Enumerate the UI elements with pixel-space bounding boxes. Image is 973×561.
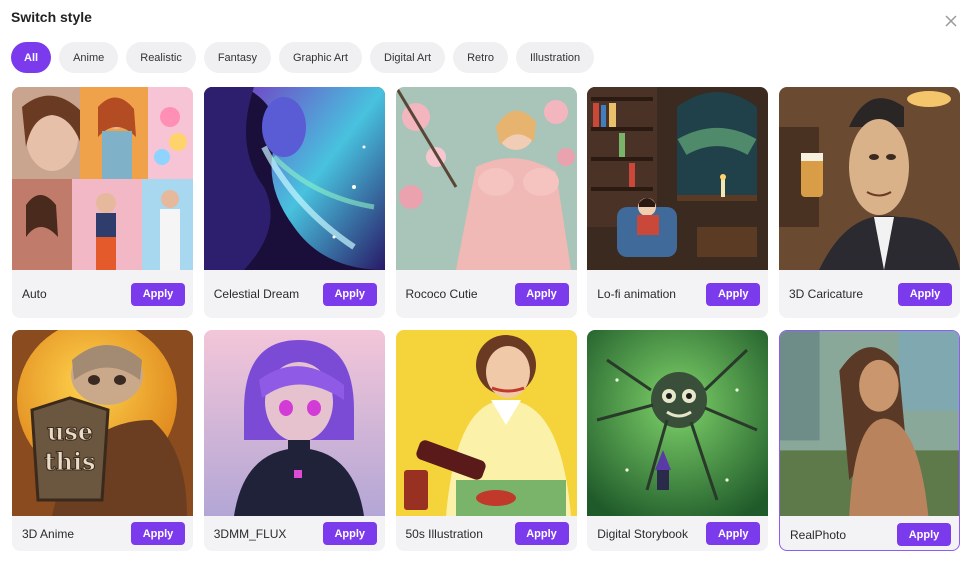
apply-button[interactable]: Apply xyxy=(514,522,569,545)
style-grid-row-2: use this 3D Anime Apply 3DMM_FLUX Apply … xyxy=(12,330,960,551)
style-thumbnail xyxy=(12,87,193,270)
style-card-celestial-dream[interactable]: Celestial Dream Apply xyxy=(203,87,385,318)
sign-text-top: use xyxy=(47,417,93,446)
apply-button[interactable]: Apply xyxy=(706,522,761,545)
style-card-digital-storybook[interactable]: Digital Storybook Apply xyxy=(587,330,769,551)
style-card-3d-anime[interactable]: use this 3D Anime Apply xyxy=(12,330,193,551)
tab-illustration[interactable]: Illustration xyxy=(515,42,595,73)
tab-retro[interactable]: Retro xyxy=(453,42,508,73)
style-card-auto[interactable]: Auto Apply xyxy=(12,87,193,318)
style-thumbnail xyxy=(587,87,769,270)
style-thumbnail xyxy=(587,330,769,516)
tab-all[interactable]: All xyxy=(11,42,52,73)
style-thumbnail xyxy=(203,330,385,516)
style-thumbnail xyxy=(779,87,960,270)
style-card-lo-fi-animation[interactable]: Lo-fi animation Apply xyxy=(587,87,769,318)
style-card-3d-caricature[interactable]: 3D Caricature Apply xyxy=(779,87,960,318)
tab-anime[interactable]: Anime xyxy=(59,42,119,73)
tab-graphic-art[interactable]: Graphic Art xyxy=(278,42,362,73)
apply-button[interactable]: Apply xyxy=(131,282,185,306)
style-card-realphoto[interactable]: RealPhoto Apply xyxy=(779,330,960,551)
apply-button[interactable]: Apply xyxy=(514,282,569,306)
style-thumbnail xyxy=(395,330,577,516)
style-card-rococo-cutie[interactable]: Rococo Cutie Apply xyxy=(395,87,577,318)
style-thumbnail xyxy=(780,331,959,516)
close-icon[interactable] xyxy=(941,11,961,31)
apply-button[interactable]: Apply xyxy=(706,282,761,306)
style-name: Rococo Cutie xyxy=(405,287,478,301)
style-name: Auto xyxy=(22,287,47,301)
style-name: Lo-fi animation xyxy=(597,287,676,301)
dialog-title: Switch style xyxy=(11,9,92,25)
style-thumbnail xyxy=(395,87,577,270)
style-name: 3D Anime xyxy=(22,526,75,541)
tab-realistic[interactable]: Realistic xyxy=(126,42,196,73)
style-category-tabs: All Anime Realistic Fantasy Graphic Art … xyxy=(11,42,595,73)
apply-button[interactable]: Apply xyxy=(897,523,951,546)
style-name: Digital Storybook xyxy=(597,526,688,541)
apply-button[interactable]: Apply xyxy=(898,282,952,306)
style-grid: Auto Apply Celestial Dream Apply Rococo … xyxy=(12,87,960,318)
tab-digital-art[interactable]: Digital Art xyxy=(370,42,446,73)
apply-button[interactable]: Apply xyxy=(322,522,377,545)
style-name: RealPhoto xyxy=(790,527,847,542)
style-card-3dmm-flux[interactable]: 3DMM_FLUX Apply xyxy=(203,330,385,551)
style-card-50s-illustration[interactable]: 50s Illustration Apply xyxy=(395,330,577,551)
style-thumbnail: use this xyxy=(12,330,193,516)
tab-fantasy[interactable]: Fantasy xyxy=(203,42,271,73)
apply-button[interactable]: Apply xyxy=(131,522,185,545)
style-name: 3D Caricature xyxy=(789,287,864,301)
sign-text-bottom: this xyxy=(44,447,95,476)
style-name: 3DMM_FLUX xyxy=(213,526,287,541)
style-name: Celestial Dream xyxy=(213,287,300,301)
style-name: 50s Illustration xyxy=(405,526,483,541)
apply-button[interactable]: Apply xyxy=(322,282,377,306)
style-thumbnail xyxy=(203,87,385,270)
